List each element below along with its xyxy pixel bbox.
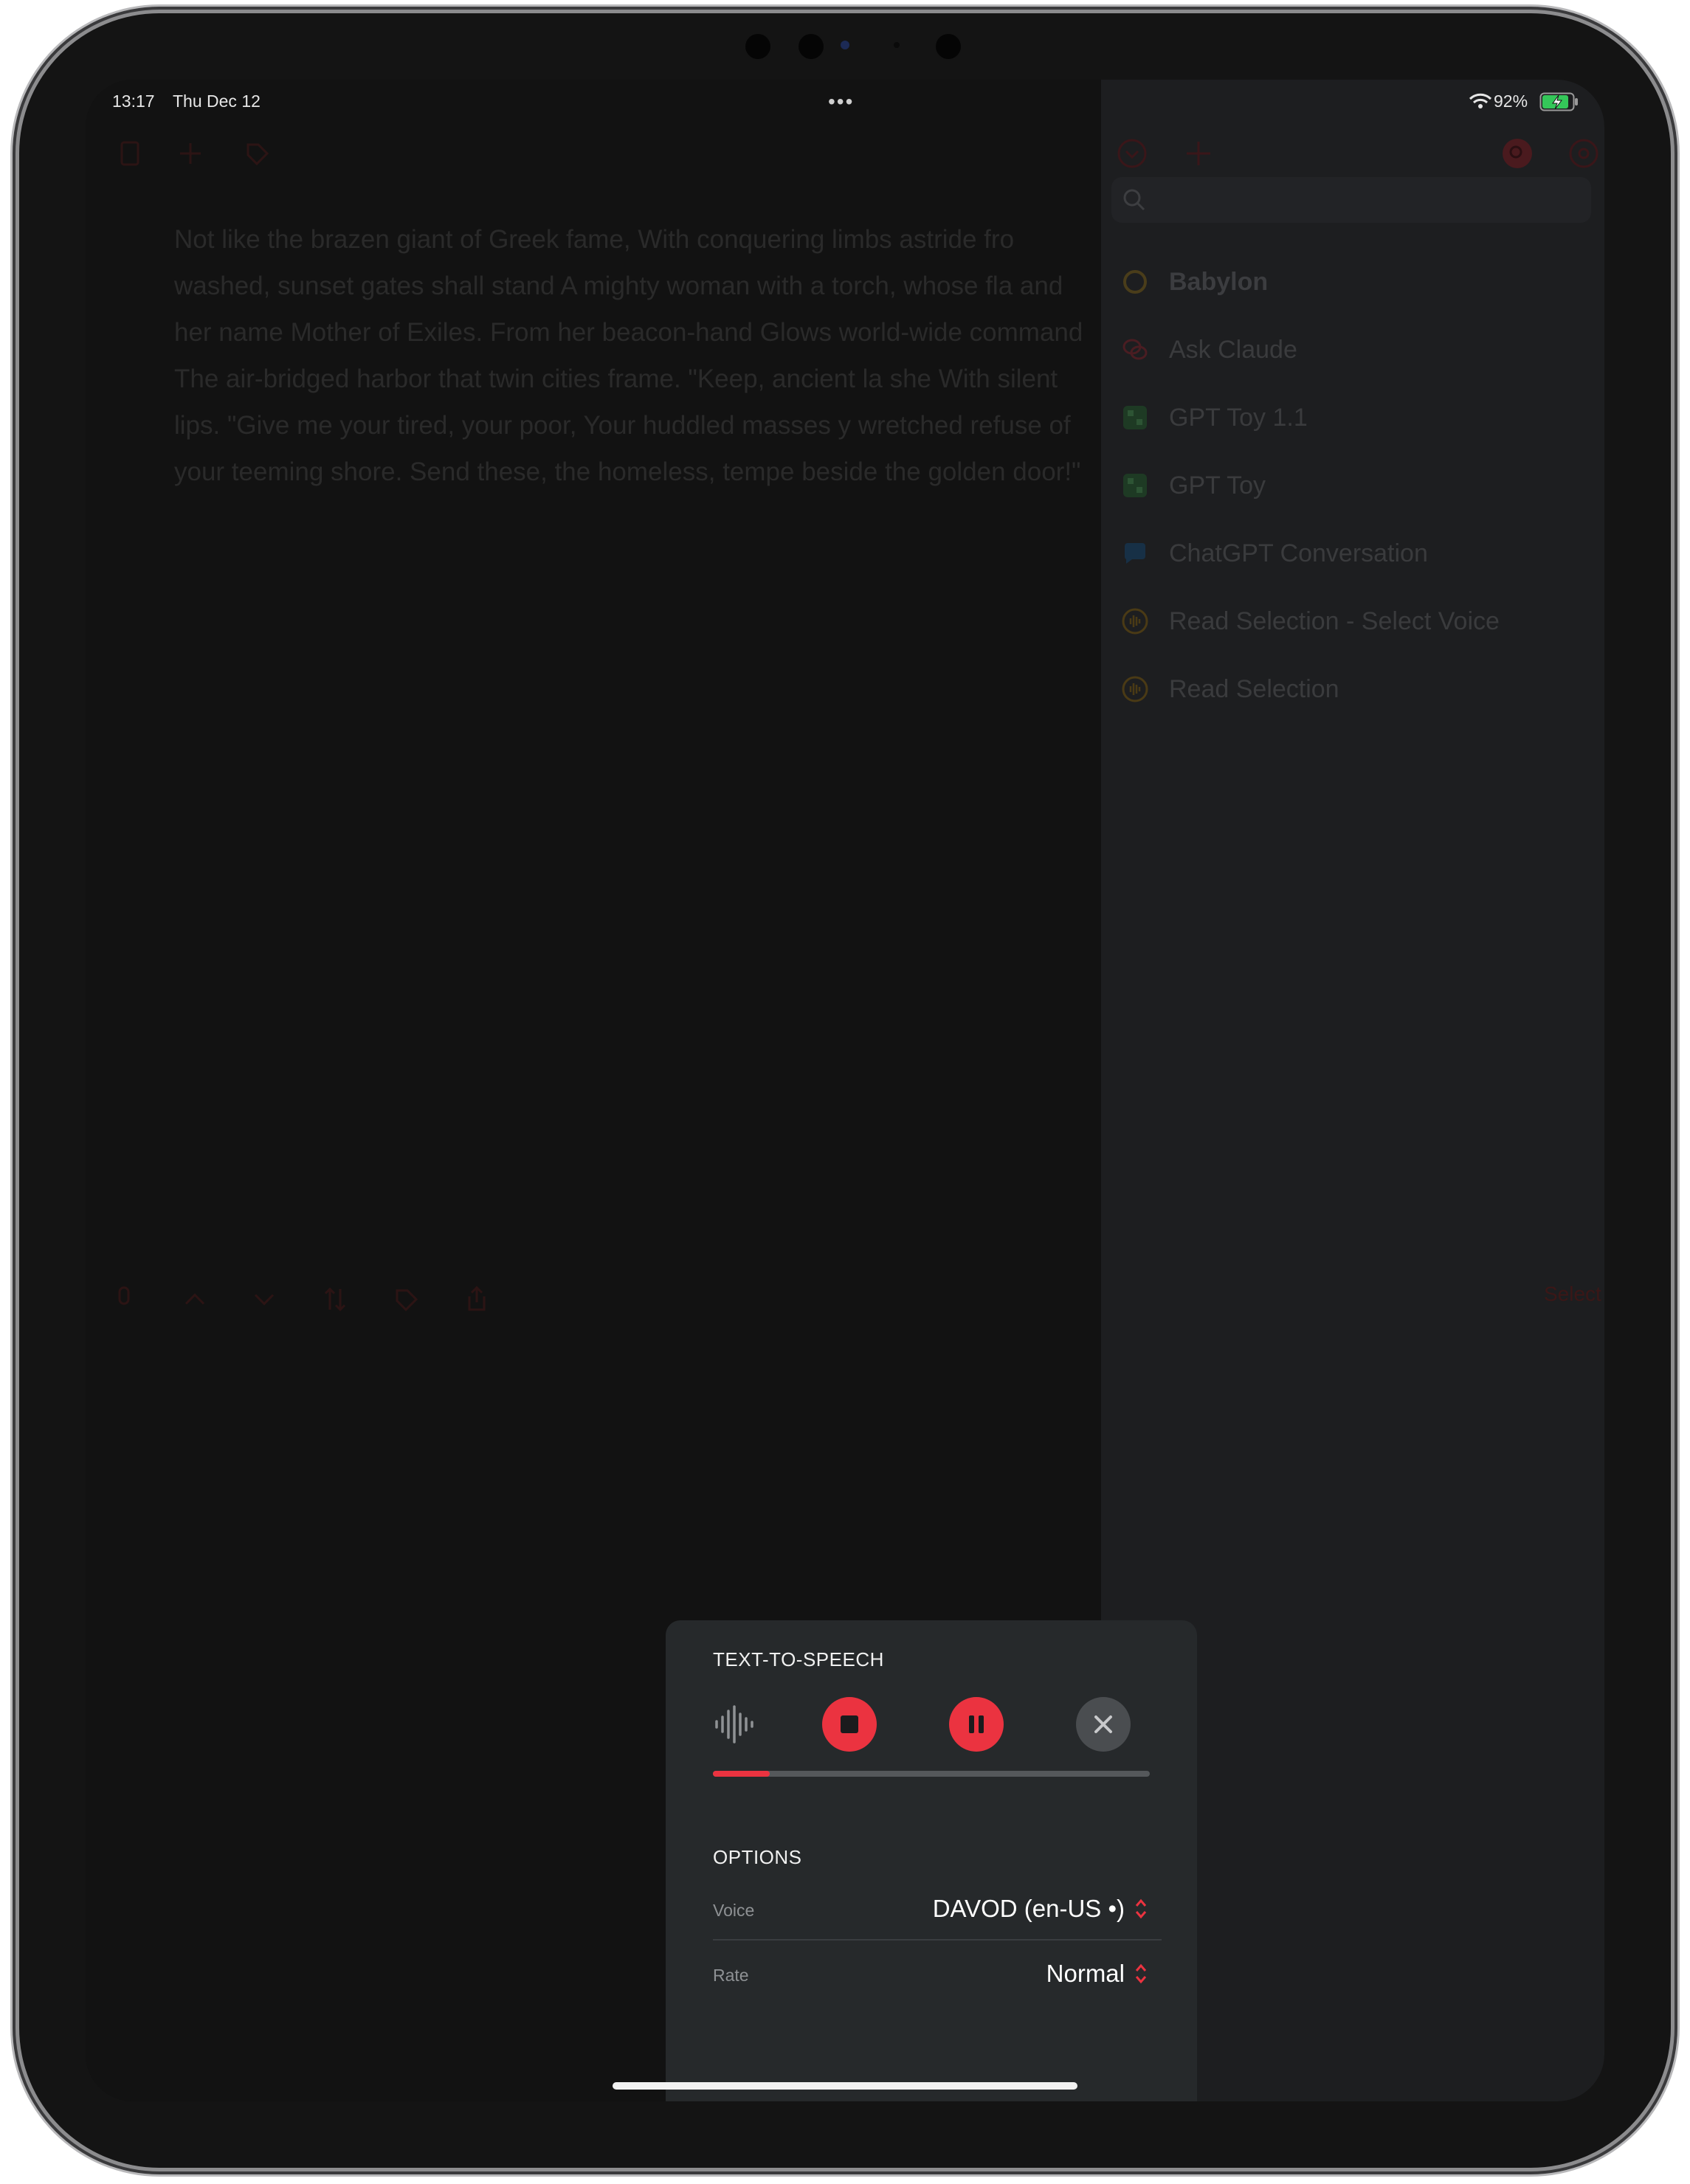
sidebar-item-ask-claude[interactable]: Ask Claude [1122, 328, 1297, 372]
chevron-up-down-icon [1135, 1898, 1147, 1919]
camera-sensor [745, 34, 770, 59]
document-text[interactable]: Not like the brazen giant of Greek fame,… [174, 216, 1097, 495]
microphone-icon[interactable] [109, 1285, 139, 1314]
search-circle-icon[interactable] [1501, 137, 1534, 170]
close-icon [1094, 1715, 1112, 1733]
rate-label: Rate [713, 1966, 749, 1985]
battery-percentage: 92% [1494, 91, 1528, 111]
chevron-down-icon[interactable] [249, 1285, 279, 1314]
grid-app-icon [1123, 406, 1147, 429]
openai-icon [1123, 270, 1147, 294]
tts-title: TEXT-TO-SPEECH [713, 1648, 884, 1670]
settings-circle-icon[interactable] [1567, 137, 1600, 170]
document-icon[interactable] [115, 139, 145, 168]
chevron-up-icon[interactable] [180, 1285, 210, 1314]
tts-controls [713, 1697, 1156, 1752]
waveform-icon [1122, 608, 1148, 635]
tag-icon[interactable] [391, 1285, 421, 1314]
sidebar-item-gpt-toy-1-1[interactable]: GPT Toy 1.1 [1122, 395, 1308, 440]
sidebar-item-label: GPT Toy [1169, 471, 1266, 500]
playback-progress[interactable] [713, 1771, 1150, 1777]
camera-indicator [894, 42, 900, 48]
playback-progress-fill [713, 1771, 770, 1777]
chevron-circle-icon[interactable] [1116, 137, 1148, 170]
grid-app-icon [1123, 474, 1147, 497]
close-button[interactable] [1076, 1697, 1131, 1752]
waveform-button[interactable] [707, 1697, 762, 1752]
voice-label: Voice [713, 1901, 755, 1920]
rate-value: Normal [1046, 1960, 1125, 1987]
status-time: 13:17 [112, 91, 155, 111]
stop-button[interactable] [822, 1697, 877, 1752]
options-title: OPTIONS [713, 1846, 802, 1868]
wifi-icon [1469, 93, 1492, 108]
text-to-speech-panel: TEXT-TO-SPEECH OPTIONS Voice DAVOD (en-U… [666, 1620, 1197, 2101]
sort-arrows-icon[interactable] [320, 1285, 350, 1314]
chevron-up-down-icon [1135, 1963, 1147, 1984]
tag-icon[interactable] [242, 139, 272, 168]
waveform-icon [1122, 676, 1148, 702]
sidebar-item-label: ChatGPT Conversation [1169, 539, 1428, 567]
stop-icon [841, 1715, 858, 1733]
camera-lens [841, 41, 849, 49]
sidebar-item-read-selection-select-voice[interactable]: Read Selection - Select Voice [1122, 599, 1500, 643]
sidebar-item-label: Read Selection - Select Voice [1169, 607, 1500, 635]
pause-icon [969, 1715, 984, 1733]
select-button[interactable]: Select [1544, 1282, 1601, 1306]
camera-sensor [936, 34, 961, 59]
waveform-icon [715, 1705, 753, 1744]
search-icon [1123, 189, 1145, 211]
screen: Not like the brazen giant of Greek fame,… [86, 80, 1604, 2101]
battery-charging-icon [1539, 92, 1578, 111]
camera-sensor [799, 34, 824, 59]
chat-bubbles-icon [1122, 339, 1148, 360]
home-indicator[interactable] [613, 2082, 1077, 2090]
sidebar-item-label: GPT Toy 1.1 [1169, 403, 1308, 432]
sidebar-item-label: Babylon [1169, 267, 1269, 296]
voice-option-row: Voice DAVOD (en-US •) [713, 1881, 1162, 1941]
sidebar-item-label: Ask Claude [1169, 335, 1297, 364]
multitasking-menu[interactable]: ••• [828, 90, 854, 114]
voice-picker[interactable]: DAVOD (en-US •) [933, 1895, 1148, 1923]
share-icon[interactable] [462, 1285, 492, 1314]
plus-icon[interactable] [176, 139, 205, 168]
search-field[interactable] [1111, 177, 1591, 223]
pause-button[interactable] [949, 1697, 1004, 1752]
sidebar-item-chatgpt-conversation[interactable]: ChatGPT Conversation [1122, 531, 1428, 576]
voice-value: DAVOD (en-US •) [932, 1895, 1125, 1922]
status-date: Thu Dec 12 [173, 91, 261, 111]
rate-option-row: Rate Normal [713, 1946, 1162, 2005]
sidebar-item-babylon[interactable]: Babylon [1122, 260, 1268, 304]
sidebar-item-read-selection[interactable]: Read Selection [1122, 667, 1339, 711]
sidebar-item-label: Read Selection [1169, 674, 1339, 703]
plus-icon[interactable] [1182, 137, 1215, 170]
speech-bubble-icon [1124, 543, 1145, 564]
rate-picker[interactable]: Normal [1046, 1960, 1148, 1988]
sidebar-item-gpt-toy[interactable]: GPT Toy [1122, 463, 1266, 508]
